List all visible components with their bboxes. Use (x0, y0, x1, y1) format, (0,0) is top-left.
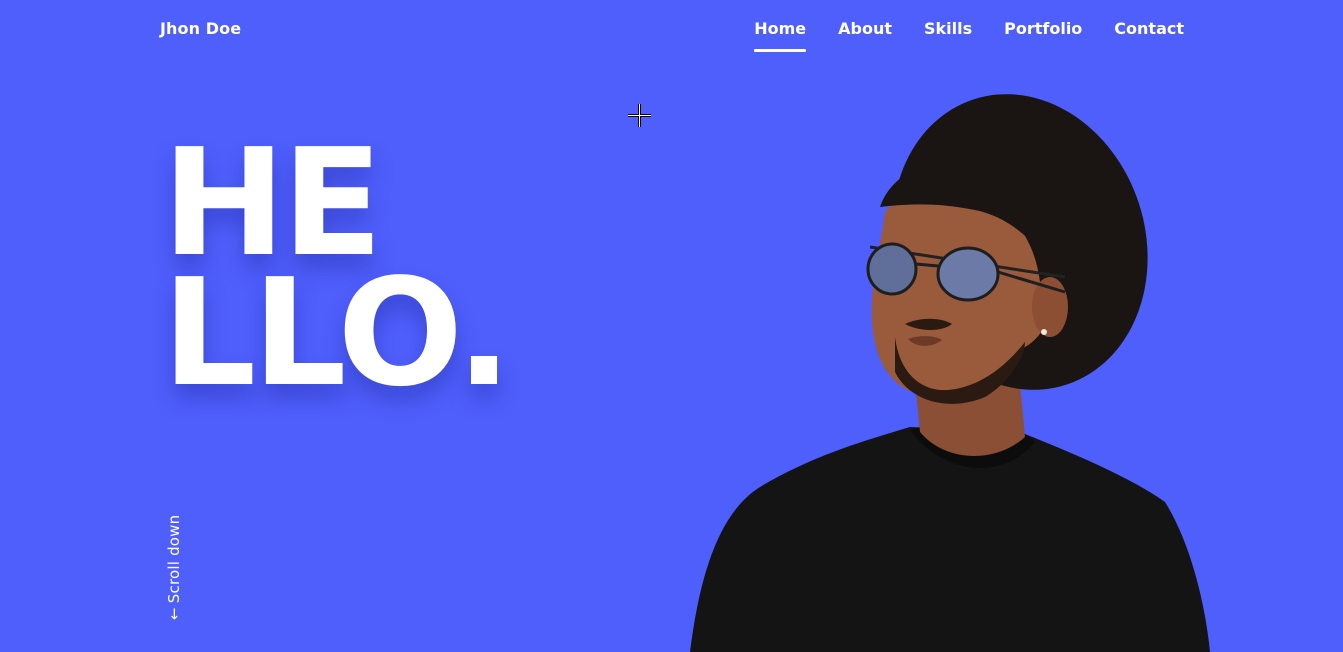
crosshair-cursor-icon (628, 104, 651, 127)
nav-item-contact[interactable]: Contact (1114, 19, 1184, 52)
hero-title-line-2: LLO. (162, 247, 512, 419)
main-nav: Home About Skills Portfolio Contact (754, 19, 1184, 52)
nav-item-about[interactable]: About (838, 19, 892, 52)
arrow-down-icon: ← (165, 607, 183, 620)
nav-item-portfolio[interactable]: Portfolio (1004, 19, 1082, 52)
nav-item-home[interactable]: Home (754, 19, 806, 52)
scroll-down-link[interactable]: ← Scroll down (165, 515, 183, 620)
hero-title: HE LLO. (162, 129, 512, 419)
person-photo (690, 94, 1210, 652)
brand-name[interactable]: Jhon Doe (160, 19, 241, 38)
scroll-down-label: Scroll down (165, 514, 183, 604)
nav-item-skills[interactable]: Skills (924, 19, 972, 52)
